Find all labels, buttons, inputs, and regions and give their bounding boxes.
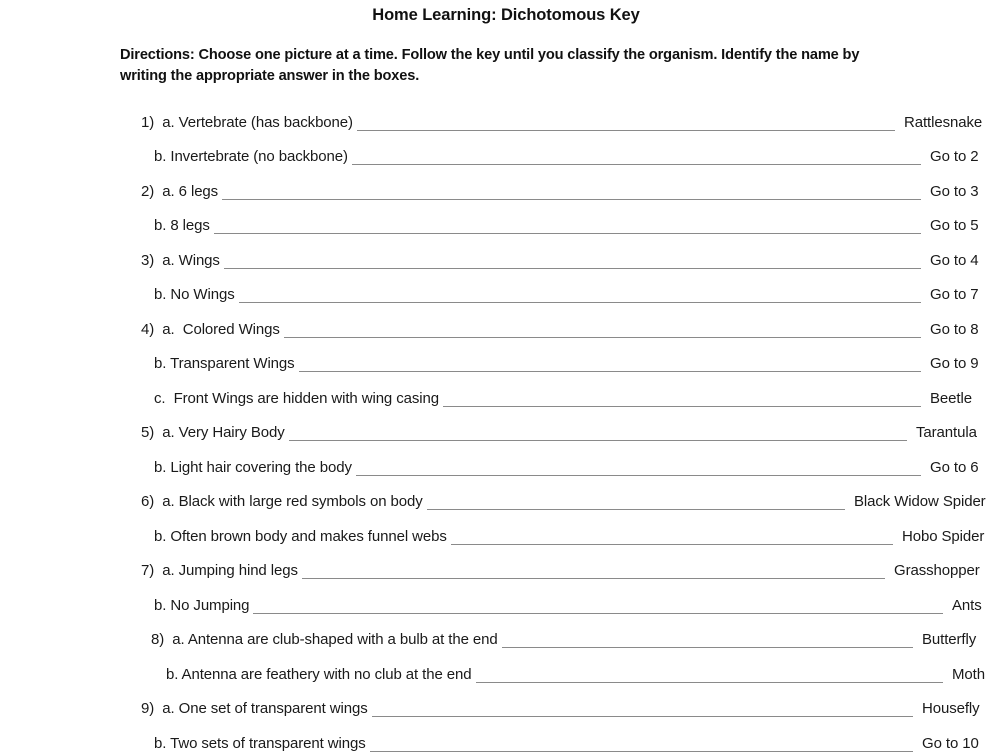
- answer-blank-rule[interactable]: [213, 233, 921, 234]
- key-row-label: b. No Wings: [154, 286, 235, 303]
- key-row-label: b. Invertebrate (no backbone): [154, 148, 348, 165]
- key-row: 9) a. One set of transparent wings Housef…: [0, 687, 1000, 722]
- key-row-answer: Grasshopper: [894, 562, 980, 579]
- answer-blank-rule[interactable]: [283, 336, 921, 338]
- answer-blank-rule[interactable]: [501, 647, 913, 648]
- key-row: b. Invertebrate (no backbone) Go to 2: [0, 135, 1000, 170]
- answer-blank-rule[interactable]: [298, 371, 921, 372]
- key-row-label: c. Front Wings are hidden with wing casi…: [154, 389, 439, 407]
- answer-blank-rule[interactable]: [443, 405, 921, 407]
- answer-blank-rule[interactable]: [288, 440, 907, 441]
- key-row-label: b. 8 legs: [154, 217, 210, 234]
- answer-blank-rule[interactable]: [356, 129, 895, 131]
- key-row: b. No Jumping Ants: [0, 583, 1000, 618]
- key-row-label: b. Two sets of transparent wings: [154, 734, 366, 752]
- key-row-label: 6) a. Black with large red symbols on bo…: [141, 493, 423, 510]
- answer-blank-rule[interactable]: [371, 716, 913, 717]
- key-row-label: b. Often brown body and makes funnel web…: [154, 527, 447, 545]
- key-row: b. Antenna are feathery with no club at …: [0, 652, 1000, 687]
- key-row-label: 7) a. Jumping hind legs: [141, 562, 298, 579]
- answer-blank-rule[interactable]: [238, 302, 921, 303]
- key-row: 2) a. 6 legs Go to 3: [0, 169, 1000, 204]
- key-row-label: 8) a. Antenna are club-shaped with a bul…: [151, 631, 498, 648]
- key-row: b. Transparent Wings Go to 9: [0, 342, 1000, 377]
- key-row: b. Two sets of transparent wings Go to 10: [0, 721, 1000, 756]
- key-row: c. Front Wings are hidden with wing casi…: [0, 376, 1000, 411]
- key-row-label: 1) a. Vertebrate (has backbone): [141, 113, 353, 131]
- key-row: 8) a. Antenna are club-shaped with a bul…: [0, 618, 1000, 653]
- answer-blank-rule[interactable]: [426, 509, 845, 510]
- key-row: b. Often brown body and makes funnel web…: [0, 514, 1000, 549]
- key-row-answer: Black Widow Spider: [854, 493, 986, 510]
- key-row-answer: Go to 7: [930, 286, 979, 303]
- answer-blank-rule[interactable]: [301, 578, 885, 579]
- key-row-answer: Go to 9: [930, 355, 979, 372]
- key-row-label: 5) a. Very Hairy Body: [141, 424, 285, 441]
- key-row: 5) a. Very Hairy Body Tarantula: [0, 411, 1000, 446]
- key-row-answer: Butterfly: [922, 631, 977, 648]
- answer-blank-rule[interactable]: [355, 474, 921, 476]
- answer-blank-rule[interactable]: [222, 198, 921, 200]
- answer-blank-rule[interactable]: [351, 164, 921, 165]
- key-row-answer: Beetle: [930, 389, 972, 407]
- key-row-answer: Go to 8: [930, 320, 979, 338]
- key-row-answer: Go to 2: [930, 148, 979, 165]
- key-row-answer: Hobo Spider: [902, 527, 985, 545]
- key-row-label: b. Light hair covering the body: [154, 458, 352, 476]
- answer-blank-rule[interactable]: [475, 681, 943, 683]
- key-row-answer: Go to 5: [930, 217, 979, 234]
- key-row: 3) a. Wings Go to 4: [0, 238, 1000, 273]
- key-row-answer: Go to 3: [930, 182, 979, 200]
- key-row-label: 4) a. Colored Wings: [141, 320, 280, 338]
- key-row: b. Light hair covering the body Go to 6: [0, 445, 1000, 480]
- key-row-label: 9) a. One set of transparent wings: [141, 700, 368, 717]
- answer-blank-rule[interactable]: [253, 612, 943, 614]
- dichotomous-key-list: 1) a. Vertebrate (has backbone) Rattlesna…: [0, 100, 1000, 756]
- key-row-answer: Moth: [952, 665, 985, 683]
- key-row: 1) a. Vertebrate (has backbone) Rattlesna…: [0, 100, 1000, 135]
- key-row-label: b. Antenna are feathery with no club at …: [166, 665, 472, 683]
- key-row-answer: Housefly: [922, 700, 980, 717]
- key-row-label: 3) a. Wings: [141, 251, 220, 269]
- key-row: b. 8 legs Go to 5: [0, 204, 1000, 239]
- key-row-answer: Go to 6: [930, 458, 979, 476]
- key-row-answer: Ants: [952, 596, 982, 614]
- key-row-answer: Tarantula: [916, 424, 977, 441]
- answer-blank-rule[interactable]: [369, 750, 913, 752]
- directions-paragraph: Directions: Choose one picture at a time…: [120, 47, 860, 84]
- key-row: 4) a. Colored Wings Go to 8: [0, 307, 1000, 342]
- key-row-answer: Rattlesnake: [904, 113, 983, 131]
- key-row-label: b. No Jumping: [154, 596, 250, 614]
- answer-blank-rule[interactable]: [223, 267, 921, 269]
- key-row: 7) a. Jumping hind legs Grasshopper: [0, 549, 1000, 584]
- answer-blank-rule[interactable]: [450, 543, 893, 545]
- key-row-answer: Go to 4: [930, 251, 979, 269]
- key-row-label: 2) a. 6 legs: [141, 182, 219, 200]
- page-title: Home Learning: Dichotomous Key: [372, 6, 640, 24]
- key-row: 6) a. Black with large red symbols on bo…: [0, 480, 1000, 515]
- worksheet-page: Home Learning: Dichotomous Key Direction…: [0, 0, 1000, 752]
- key-row: b. No Wings Go to 7: [0, 273, 1000, 308]
- key-row-label: b. Transparent Wings: [154, 355, 295, 372]
